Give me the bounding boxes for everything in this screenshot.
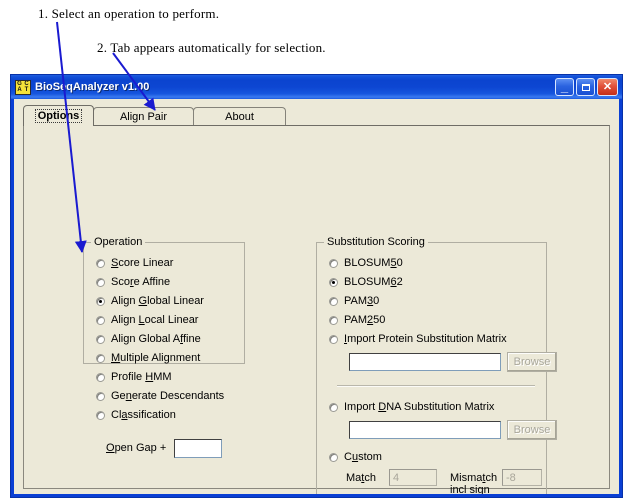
tab-options-label: Options bbox=[34, 109, 83, 123]
radio-dot bbox=[96, 334, 105, 344]
browse-protein-label: Browse bbox=[513, 356, 551, 368]
app-icon-letter-t: T bbox=[24, 87, 29, 93]
app-icon: G C A T bbox=[15, 79, 31, 95]
substitution-group-title: Substitution Scoring bbox=[324, 236, 428, 248]
minimize-button[interactable]: _ bbox=[555, 78, 574, 96]
radio-dot bbox=[329, 258, 338, 268]
radio-label: Align Local Linear bbox=[111, 314, 199, 326]
match-label: Match bbox=[346, 472, 376, 484]
tab-options[interactable]: Options bbox=[23, 105, 94, 126]
radio-label: Classification bbox=[111, 409, 176, 421]
window-controls: _ ✕ bbox=[555, 78, 618, 96]
radio-dot bbox=[329, 315, 338, 325]
radio-align-global-affine[interactable]: Align Global Affine bbox=[96, 333, 201, 345]
radio-label: Import DNA Substitution Matrix bbox=[344, 401, 495, 413]
radio-label: PAM250 bbox=[344, 314, 386, 326]
radio-dot bbox=[96, 353, 105, 363]
radio-profile-hmm[interactable]: Profile HMM bbox=[96, 371, 172, 383]
tab-strip: Options Align Pair About bbox=[23, 105, 286, 126]
radio-align-global-linear[interactable]: Align Global Linear bbox=[96, 295, 204, 307]
radio-label: Multiple Alignment bbox=[111, 352, 201, 364]
application-window: G C A T BioSeqAnalyzer v1.00 _ ✕ Options bbox=[10, 74, 623, 498]
browse-protein-button[interactable]: Browse bbox=[507, 352, 557, 372]
radio-score-linear[interactable]: Score Linear bbox=[96, 257, 173, 269]
radio-blosum50[interactable]: BLOSUM50 bbox=[329, 257, 403, 269]
tab-align-pair-label: Align Pair bbox=[119, 111, 168, 123]
radio-pam30[interactable]: PAM30 bbox=[329, 295, 379, 307]
annotation-1-text: 1. Select an operation to perform. bbox=[38, 6, 220, 21]
operation-group-title: Operation bbox=[91, 236, 146, 248]
app-icon-letter-a: A bbox=[17, 87, 22, 93]
radio-dot-checked bbox=[329, 277, 338, 287]
tab-about-label: About bbox=[225, 111, 254, 123]
tab-align-pair[interactable]: Align Pair bbox=[93, 107, 194, 126]
radio-classification[interactable]: Classification bbox=[96, 409, 176, 421]
mismatch-input[interactable] bbox=[502, 469, 542, 486]
radio-label: Score Linear bbox=[111, 257, 174, 269]
browse-dna-label: Browse bbox=[513, 424, 551, 436]
open-gap-input[interactable] bbox=[174, 439, 222, 458]
radio-dot bbox=[96, 391, 105, 401]
radio-dot bbox=[96, 410, 105, 420]
radio-label: BLOSUM50 bbox=[344, 257, 403, 269]
radio-dot-checked bbox=[96, 296, 105, 306]
radio-import-protein-matrix[interactable]: Import Protein Substitution Matrix bbox=[329, 333, 507, 345]
maximize-button[interactable] bbox=[576, 78, 595, 96]
operation-group: Operation Score Linear Score Affine Alig… bbox=[83, 236, 245, 421]
title-bar[interactable]: G C A T BioSeqAnalyzer v1.00 _ ✕ bbox=[11, 75, 622, 99]
tab-page-options: Operation Score Linear Score Affine Alig… bbox=[23, 125, 610, 494]
substitution-scoring-group: Substitution Scoring BLOSUM50 BLOSUM62 P… bbox=[316, 236, 557, 494]
radio-pam250[interactable]: PAM250 bbox=[329, 314, 385, 326]
radio-label: BLOSUM62 bbox=[344, 276, 403, 288]
radio-dot bbox=[329, 402, 338, 412]
radio-dot bbox=[329, 296, 338, 306]
radio-generate-descendants[interactable]: Generate Descendants bbox=[96, 390, 224, 402]
mismatch-label-line2: incl sign bbox=[450, 484, 490, 494]
maximize-icon bbox=[577, 79, 594, 95]
radio-score-affine[interactable]: Score Affine bbox=[96, 276, 170, 288]
radio-import-dna-matrix[interactable]: Import DNA Substitution Matrix bbox=[329, 401, 494, 413]
match-input[interactable] bbox=[389, 469, 437, 486]
radio-label: PAM30 bbox=[344, 295, 380, 307]
minimize-icon: _ bbox=[560, 79, 569, 94]
radio-label: Align Global Affine bbox=[111, 333, 201, 345]
radio-dot bbox=[329, 452, 338, 462]
radio-dot bbox=[329, 334, 338, 344]
radio-dot bbox=[96, 372, 105, 382]
radio-label: Import Protein Substitution Matrix bbox=[344, 333, 507, 345]
close-button[interactable]: ✕ bbox=[597, 78, 618, 96]
window-title: BioSeqAnalyzer v1.00 bbox=[35, 81, 150, 93]
close-icon: ✕ bbox=[602, 80, 613, 93]
radio-blosum62[interactable]: BLOSUM62 bbox=[329, 276, 403, 288]
client-area: Options Align Pair About Operation Score… bbox=[14, 99, 619, 494]
radio-label: Score Affine bbox=[111, 276, 171, 288]
radio-dot bbox=[96, 315, 105, 325]
radio-label: Custom bbox=[344, 451, 382, 463]
dna-matrix-path-input[interactable] bbox=[349, 421, 501, 439]
separator bbox=[337, 385, 535, 387]
radio-dot bbox=[96, 258, 105, 268]
browse-dna-button[interactable]: Browse bbox=[507, 420, 557, 440]
annotation-2-text: 2. Tab appears automatically for selecti… bbox=[97, 40, 326, 55]
radio-label: Generate Descendants bbox=[111, 390, 225, 402]
radio-align-local-linear[interactable]: Align Local Linear bbox=[96, 314, 198, 326]
protein-matrix-path-input[interactable] bbox=[349, 353, 501, 371]
tab-about[interactable]: About bbox=[193, 107, 286, 126]
radio-custom[interactable]: Custom bbox=[329, 451, 382, 463]
radio-label: Profile HMM bbox=[111, 371, 172, 383]
open-gap-label: Open Gap + bbox=[106, 442, 167, 454]
radio-multiple-alignment[interactable]: Multiple Alignment bbox=[96, 352, 200, 364]
mismatch-label: Mismatch bbox=[450, 472, 498, 484]
radio-label: Align Global Linear bbox=[111, 295, 204, 307]
radio-dot bbox=[96, 277, 105, 287]
